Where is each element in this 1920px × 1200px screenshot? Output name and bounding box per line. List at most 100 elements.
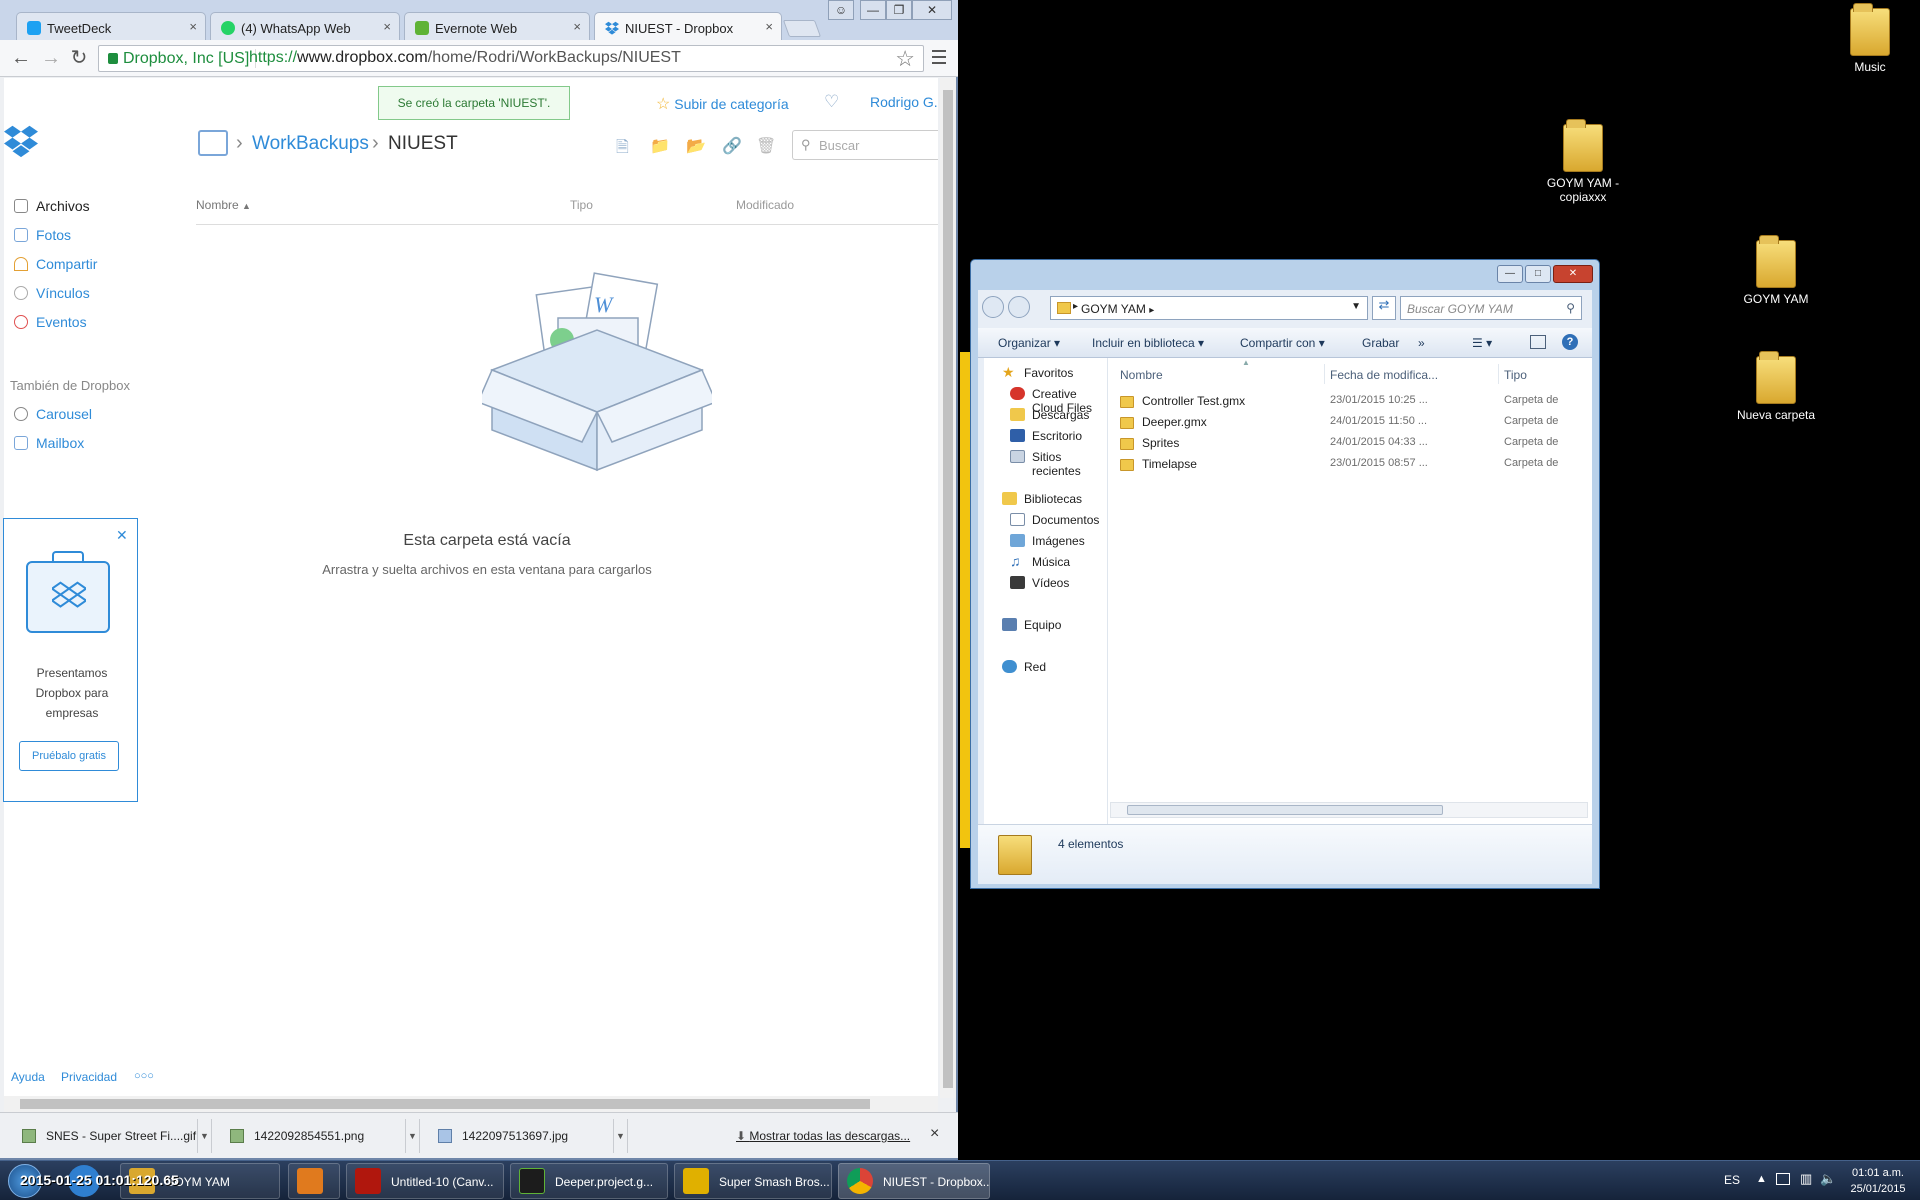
column-divider[interactable] — [1324, 364, 1325, 384]
breadcrumb-parent[interactable]: WorkBackups — [252, 133, 369, 155]
new-tab-button[interactable] — [782, 20, 822, 37]
include-library-button[interactable]: Incluir en biblioteca ▾ — [1092, 336, 1204, 350]
burn-button[interactable]: Grabar — [1362, 336, 1399, 350]
action-center-icon[interactable] — [1776, 1173, 1790, 1185]
column-date[interactable]: Fecha de modifica... — [1330, 368, 1438, 382]
language-indicator[interactable]: ES — [1724, 1173, 1740, 1187]
tab-evernote[interactable]: Evernote Web × — [404, 12, 590, 40]
maximize-button[interactable]: ❐ — [886, 0, 912, 20]
horizontal-scrollbar[interactable] — [1110, 802, 1588, 818]
back-icon[interactable] — [982, 296, 1004, 318]
column-name[interactable]: Nombre ▲ — [196, 198, 251, 212]
volume-icon[interactable]: 🔈 — [1820, 1171, 1836, 1187]
file-row[interactable]: Controller Test.gmx 23/01/2015 10:25 ... C… — [1120, 394, 1590, 411]
chevron-down-icon[interactable]: ▼ — [405, 1119, 419, 1153]
nav-documents[interactable]: Documentos — [1010, 513, 1099, 527]
nav-recent-places[interactable]: Sitios recientes — [1010, 450, 1107, 478]
nav-network[interactable]: Red — [1002, 660, 1046, 674]
user-menu[interactable]: Rodrigo G. — [870, 94, 938, 110]
column-name[interactable]: Nombre — [1120, 368, 1163, 382]
maximize-button[interactable]: □ — [1525, 265, 1551, 283]
close-window-button[interactable]: ✕ — [1553, 265, 1593, 283]
nav-downloads[interactable]: Descargas — [1010, 408, 1089, 422]
download-item[interactable]: 1422097513697.jpg ▼ — [424, 1119, 628, 1153]
forward-icon[interactable] — [1008, 296, 1030, 318]
explorer-address-bar[interactable]: ▸ GOYM YAM ▸ ▼ — [1050, 296, 1368, 320]
url-text[interactable]: https://www.dropbox.com/home/Rodri/WorkB… — [249, 49, 681, 67]
tab-dropbox[interactable]: NIUEST - Dropbox × — [594, 12, 782, 41]
notifications-bell-icon[interactable]: ♡ — [824, 92, 839, 112]
column-type[interactable]: Tipo — [1504, 368, 1527, 382]
taskbar-media-player[interactable] — [288, 1163, 340, 1199]
file-row[interactable]: Timelapse 23/01/2015 08:57 ... Carpeta de — [1120, 457, 1590, 474]
tab-whatsapp[interactable]: (4) WhatsApp Web × — [210, 12, 400, 40]
help-link[interactable]: Ayuda — [11, 1070, 45, 1084]
more-options-icon[interactable]: ○○○ — [134, 1070, 154, 1082]
column-type[interactable]: Tipo — [570, 198, 593, 212]
chevron-down-icon[interactable]: ▼ — [613, 1119, 627, 1153]
tab-tweetdeck[interactable]: TweetDeck × — [16, 12, 206, 40]
column-divider[interactable] — [1498, 364, 1499, 384]
minimize-button[interactable]: — — [860, 0, 886, 20]
secure-badge[interactable]: Dropbox, Inc [US] — [103, 49, 257, 68]
close-tab-icon[interactable]: × — [573, 19, 581, 34]
share-link-icon[interactable]: 🔗 — [722, 136, 742, 156]
user-icon[interactable]: ☺ — [828, 0, 854, 20]
file-row[interactable]: Deeper.gmx 24/01/2015 11:50 ... Carpeta de — [1120, 415, 1590, 432]
close-window-button[interactable]: ✕ — [912, 0, 952, 20]
chevron-down-icon[interactable]: ▼ — [1351, 301, 1361, 312]
chevron-down-icon[interactable]: ▼ — [197, 1119, 211, 1153]
nav-images[interactable]: Imágenes — [1010, 534, 1085, 548]
new-file-icon[interactable]: 🗎 — [616, 136, 629, 163]
file-row[interactable]: Sprites 24/01/2015 04:33 ... Carpeta de — [1120, 436, 1590, 453]
tray-expand-icon[interactable]: ▲ — [1756, 1173, 1767, 1185]
close-downloads-icon[interactable]: × — [930, 1125, 939, 1143]
taskbar-chrome[interactable]: NIUEST - Dropbox... — [838, 1163, 990, 1199]
nav-favorites[interactable]: ★ Favoritos — [1002, 364, 1073, 380]
nav-computer[interactable]: Equipo — [1002, 618, 1061, 632]
desktop-icon-new-folder[interactable]: Nueva carpeta — [1726, 351, 1826, 422]
nav-videos[interactable]: Vídeos — [1010, 576, 1069, 590]
reload-icon[interactable]: ↻ — [68, 48, 90, 68]
taskbar-emulator[interactable]: Super Smash Bros... — [674, 1163, 832, 1199]
nav-libraries[interactable]: Bibliotecas — [1002, 492, 1082, 506]
sidebar-item-photos[interactable]: Fotos — [14, 227, 71, 243]
taskbar-flash[interactable]: Untitled-10 (Canv... — [346, 1163, 504, 1199]
address-bar[interactable]: Dropbox, Inc [US] https://www.dropbox.co… — [98, 45, 924, 72]
forward-icon[interactable]: → — [40, 48, 62, 68]
show-all-downloads-link[interactable]: ⬇ Mostrar todas las descargas... — [736, 1129, 910, 1143]
minimize-button[interactable]: — — [1497, 265, 1523, 283]
desktop-icon-goym-copy[interactable]: GOYM YAM - copiaxxx — [1533, 119, 1633, 204]
nav-desktop[interactable]: Escritorio — [1010, 429, 1082, 443]
more-commands-button[interactable]: » — [1418, 336, 1425, 350]
organize-button[interactable]: Organizar ▾ — [998, 336, 1060, 350]
taskbar-gamemaker[interactable]: Deeper.project.g... — [510, 1163, 668, 1199]
help-icon[interactable]: ? — [1562, 334, 1578, 350]
sidebar-item-share[interactable]: Compartir — [14, 256, 97, 272]
sidebar-item-files[interactable]: Archivos — [14, 198, 90, 214]
bookmark-star-icon[interactable]: ☆ — [895, 46, 915, 72]
explorer-search[interactable]: Buscar GOYM YAM ⚲ — [1400, 296, 1582, 320]
column-modified[interactable]: Modificado — [736, 198, 794, 212]
close-tab-icon[interactable]: × — [765, 19, 773, 34]
upgrade-link[interactable]: ☆ Subir de categoría — [656, 94, 789, 114]
vertical-scrollbar[interactable] — [940, 78, 956, 1098]
desktop-icon-music[interactable]: Music — [1820, 3, 1920, 74]
sidebar-item-carousel[interactable]: Carousel — [14, 406, 92, 422]
try-free-button[interactable]: Pruébalo gratis — [19, 741, 119, 771]
close-tab-icon[interactable]: × — [383, 19, 391, 34]
clock[interactable]: 01:01 a.m. 25/01/2015 — [1840, 1165, 1916, 1197]
view-options-icon[interactable]: ☰ ▾ — [1472, 336, 1492, 350]
network-tray-icon[interactable]: ▥ — [1800, 1171, 1812, 1187]
refresh-icon[interactable]: ⇄ — [1372, 296, 1396, 320]
chrome-menu-icon[interactable] — [932, 50, 946, 68]
sidebar-item-events[interactable]: Eventos — [14, 314, 87, 330]
close-promo-icon[interactable]: ✕ — [116, 527, 128, 544]
sidebar-item-links[interactable]: Vínculos — [14, 285, 90, 301]
privacy-link[interactable]: Privacidad — [61, 1070, 117, 1084]
share-with-button[interactable]: Compartir con ▾ — [1240, 336, 1325, 350]
preview-pane-icon[interactable] — [1530, 335, 1546, 349]
delete-icon[interactable]: 🗑 — [756, 136, 776, 156]
sidebar-item-mailbox[interactable]: Mailbox — [14, 435, 84, 451]
download-item[interactable]: 1422092854551.png ▼ — [216, 1119, 420, 1153]
